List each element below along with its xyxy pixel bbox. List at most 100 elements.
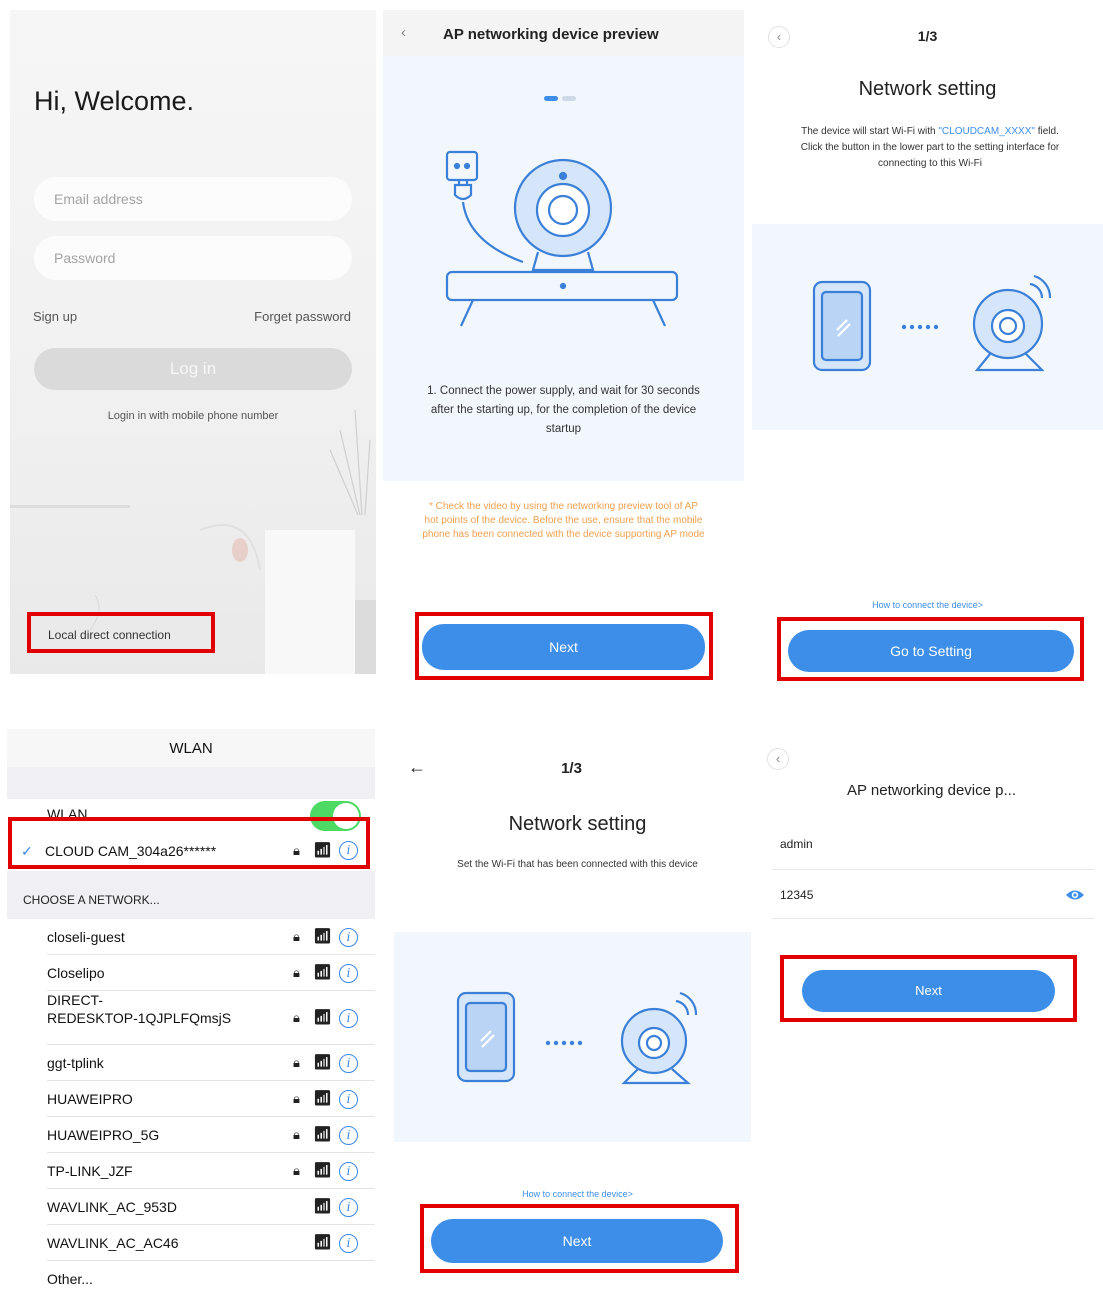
- username-input[interactable]: admin: [780, 837, 813, 851]
- phone-camera-illustration: [456, 991, 698, 1085]
- local-direct-connection-link[interactable]: Local direct connection: [48, 628, 171, 642]
- wifi-icon: 📶︎: [313, 964, 333, 981]
- info-icon[interactable]: i: [339, 1089, 358, 1109]
- lock-icon: 🔒︎: [293, 1163, 300, 1178]
- step-instruction: 1. Connect the power supply, and wait fo…: [427, 385, 700, 435]
- section-heading: Network setting: [508, 813, 647, 835]
- lock-icon: 🔒︎: [293, 1127, 300, 1142]
- wifi-icon: 📶︎: [313, 1009, 333, 1026]
- info-icon[interactable]: i: [339, 1161, 358, 1181]
- desc-part: The device will start Wi-Fi with: [801, 126, 936, 137]
- network-item[interactable]: TP-LINK_JZF 🔒︎ 📶︎ i: [7, 1153, 375, 1189]
- lock-icon: 🔒︎: [293, 1010, 300, 1025]
- ap-mode-notice: * Check the video by using the networkin…: [422, 501, 705, 540]
- network-name: HUAWEIPRO: [47, 1091, 133, 1107]
- wlan-label: WLAN: [47, 806, 88, 822]
- wifi-icon: 📶︎: [313, 1234, 333, 1251]
- eye-icon[interactable]: [1064, 886, 1086, 904]
- connected-network-row[interactable]: ✓ CLOUD CAM_304a26****** 🔒︎ 📶︎ i: [7, 833, 375, 869]
- wifi-icon: 📶︎: [313, 1162, 333, 1179]
- row-divider: [47, 1260, 375, 1261]
- info-icon[interactable]: i: [339, 963, 358, 983]
- password-field[interactable]: Password: [34, 236, 352, 280]
- network-name: ggt-tplink: [47, 1055, 104, 1071]
- network-item[interactable]: WAVLINK_AC_AC46 📶︎ i: [7, 1225, 375, 1261]
- next-button[interactable]: Next: [802, 970, 1055, 1012]
- network-item[interactable]: closeli-guest 🔒︎ 📶︎ i: [7, 919, 375, 955]
- page-title: WLAN: [169, 740, 213, 757]
- network-name: HUAWEIPRO_5G: [47, 1127, 160, 1143]
- connected-network-name: CLOUD CAM_304a26******: [45, 843, 217, 859]
- wifi-icon: 📶︎: [313, 842, 333, 859]
- setting-description: The device will start Wi-Fi with "CLOUDC…: [796, 124, 1064, 172]
- wifi-icon: 📶︎: [313, 1054, 333, 1071]
- network-item[interactable]: Closelipo 🔒︎ 📶︎ i: [7, 955, 375, 991]
- back-icon[interactable]: ‹: [401, 24, 406, 41]
- login-screen: Hi, Welcome. Email address Password Sign…: [10, 10, 376, 674]
- lock-icon: 🔒︎: [293, 843, 300, 858]
- info-icon[interactable]: i: [339, 1233, 358, 1253]
- wifi-icon: 📶︎: [313, 928, 333, 945]
- lock-icon: 🔒︎: [293, 1055, 300, 1070]
- ssid-highlight: "CLOUDCAM_XXXX": [938, 126, 1035, 137]
- go-to-setting-button[interactable]: Go to Setting: [788, 630, 1074, 672]
- pager-dot-active: [544, 96, 558, 101]
- info-icon[interactable]: i: [339, 841, 358, 860]
- network-name: WAVLINK_AC_953D: [47, 1199, 177, 1215]
- wlan-toggle[interactable]: [310, 801, 361, 831]
- other-network-item[interactable]: Other...: [47, 1271, 93, 1287]
- network-name: WAVLINK_AC_AC46: [47, 1235, 179, 1251]
- password-input[interactable]: 12345: [780, 888, 813, 902]
- network-name-line2: REDESKTOP-1QJPLFQmsjS: [47, 1010, 232, 1026]
- ap-credentials-screen: ‹ AP networking device p... admin 12345 …: [764, 738, 1103, 1297]
- sign-up-link[interactable]: Sign up: [33, 309, 77, 324]
- ap-preview-screen: ‹ AP networking device preview 1. Connec…: [383, 10, 744, 674]
- network-name: DIRECT-: [47, 992, 103, 1008]
- setting-description: Set the Wi-Fi that has been connected wi…: [457, 859, 698, 870]
- spacer: [7, 767, 375, 799]
- step-indicator: 1/3: [561, 760, 582, 777]
- page-title: AP networking device p...: [847, 782, 1016, 799]
- wifi-icon: 📶︎: [313, 1090, 333, 1107]
- wifi-icon: 📶︎: [313, 1126, 333, 1143]
- email-field[interactable]: Email address: [34, 177, 352, 221]
- choose-network-header: CHOOSE A NETWORK...: [7, 871, 375, 919]
- checkmark-icon: ✓: [21, 843, 33, 859]
- network-item[interactable]: REDESKTOP-1QJPLFQmsjS DIRECT- 🔒︎ 📶︎ i: [7, 991, 375, 1045]
- info-icon[interactable]: i: [339, 1125, 358, 1145]
- phone-camera-illustration: [812, 274, 1052, 372]
- lock-icon: 🔒︎: [293, 929, 300, 944]
- welcome-heading: Hi, Welcome.: [34, 86, 195, 116]
- how-to-connect-link[interactable]: How to connect the device>: [752, 600, 1103, 610]
- page-title: AP networking device preview: [443, 26, 659, 43]
- network-name: TP-LINK_JZF: [47, 1163, 133, 1179]
- network-item[interactable]: ggt-tplink 🔒︎ 📶︎ i: [7, 1045, 375, 1081]
- network-item[interactable]: HUAWEIPRO_5G 🔒︎ 📶︎ i: [7, 1117, 375, 1153]
- wlan-settings-screen: WLAN WLAN ✓ CLOUD CAM_304a26****** 🔒︎ 📶︎…: [7, 729, 375, 1297]
- back-icon[interactable]: ‹: [767, 748, 789, 770]
- mobile-login-link[interactable]: Login in with mobile phone number: [10, 410, 376, 422]
- info-icon[interactable]: i: [339, 1008, 358, 1028]
- lock-icon: 🔒︎: [293, 1091, 300, 1106]
- step-indicator: 1/3: [917, 28, 938, 44]
- info-icon[interactable]: i: [339, 1197, 358, 1217]
- next-button[interactable]: Next: [431, 1219, 723, 1263]
- forget-password-link[interactable]: Forget password: [254, 309, 351, 324]
- choose-network-label: CHOOSE A NETWORK...: [23, 893, 160, 907]
- divider: [772, 918, 1094, 919]
- info-icon[interactable]: i: [339, 927, 358, 947]
- info-icon[interactable]: i: [339, 1053, 358, 1073]
- section-heading: Network setting: [858, 78, 997, 100]
- wifi-icon: 📶︎: [313, 1198, 333, 1215]
- network-item[interactable]: HUAWEIPRO 🔒︎ 📶︎ i: [7, 1081, 375, 1117]
- how-to-connect-link[interactable]: How to connect the device>: [392, 1189, 751, 1199]
- network-setting-screen: ‹ 1/3 Network setting The device will st…: [752, 10, 1103, 674]
- lock-icon: 🔒︎: [293, 965, 300, 980]
- network-item[interactable]: WAVLINK_AC_953D 📶︎ i: [7, 1189, 375, 1225]
- next-button[interactable]: Next: [422, 624, 705, 670]
- network-name: closeli-guest: [47, 929, 125, 945]
- pager-dot: [562, 96, 576, 101]
- divider: [772, 869, 1094, 870]
- login-button[interactable]: Log in: [34, 348, 352, 390]
- network-name: Closelipo: [47, 965, 105, 981]
